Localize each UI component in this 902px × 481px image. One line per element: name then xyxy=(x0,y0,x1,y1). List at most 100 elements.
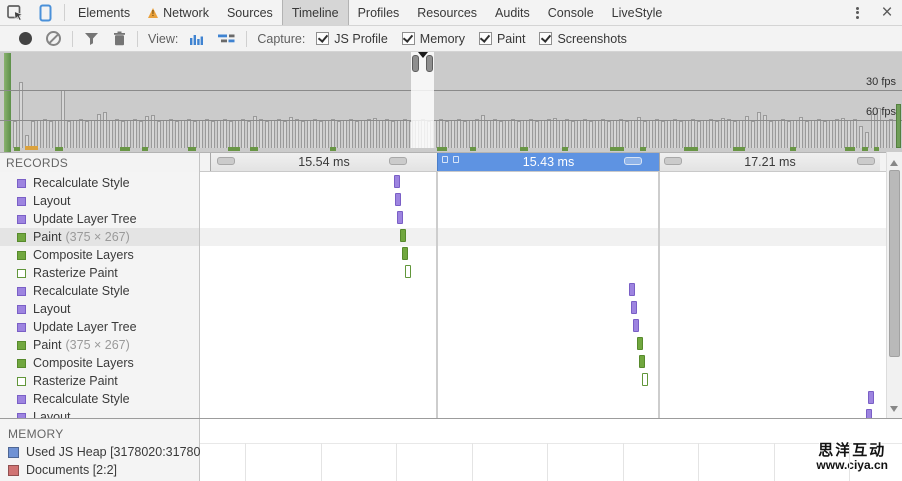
frame-chip xyxy=(857,157,875,165)
record-type-icon xyxy=(17,341,26,350)
capture-option-screenshots[interactable]: Screenshots xyxy=(539,32,626,46)
watermark-line1: 思洋互动 xyxy=(816,442,888,459)
checkbox[interactable] xyxy=(479,32,492,45)
overview-bar xyxy=(817,119,821,148)
flame-bar[interactable] xyxy=(402,247,408,260)
scrollbar-thumb[interactable] xyxy=(889,170,900,357)
records-scrollbar[interactable] xyxy=(886,152,902,418)
capture-option-memory[interactable]: Memory xyxy=(402,32,465,46)
clear-icon[interactable] xyxy=(46,31,61,46)
flame-bar[interactable] xyxy=(642,373,648,386)
overview-bar xyxy=(499,121,503,148)
tab-console[interactable]: Console xyxy=(539,0,603,25)
record-row[interactable]: Rasterize Paint xyxy=(0,264,199,282)
overview-bar xyxy=(703,120,707,148)
overview-bar xyxy=(859,126,863,148)
tab-label: Timeline xyxy=(292,6,339,20)
flame-bar[interactable] xyxy=(639,355,645,368)
view-tracks-icon[interactable] xyxy=(218,33,235,44)
tab-label: Network xyxy=(163,6,209,20)
tabbar-spacer xyxy=(671,0,842,25)
checkbox[interactable] xyxy=(316,32,329,45)
record-button[interactable] xyxy=(19,32,32,45)
record-row[interactable]: Paint(375 × 267) xyxy=(0,336,199,354)
flame-bar[interactable] xyxy=(633,319,639,332)
flame-bar[interactable] xyxy=(394,175,400,188)
timeline-overview[interactable]: 30 fps 60 fps xyxy=(0,52,902,152)
memory-chart[interactable]: 思洋互动 www.ciya.cn xyxy=(200,419,902,481)
tab-audits[interactable]: Audits xyxy=(486,0,539,25)
flame-bar[interactable] xyxy=(631,301,637,314)
capture-option-paint[interactable]: Paint xyxy=(479,32,526,46)
close-icon[interactable]: × xyxy=(872,0,902,25)
overview-bar xyxy=(85,121,89,148)
overview-bar xyxy=(541,120,545,148)
inspect-element-icon[interactable] xyxy=(0,0,30,25)
record-row[interactable]: Composite Layers xyxy=(0,246,199,264)
overview-bar xyxy=(241,119,245,148)
kebab-menu-icon[interactable] xyxy=(842,0,872,25)
frame-boundary-line xyxy=(658,172,660,418)
tab-sources[interactable]: Sources xyxy=(218,0,282,25)
frame-header[interactable]: 17.21 ms xyxy=(659,153,880,172)
frame-header[interactable]: 15.54 ms xyxy=(210,153,437,172)
filter-icon[interactable] xyxy=(84,32,99,46)
overview-activity-chip xyxy=(610,147,624,151)
overview-bar xyxy=(343,120,347,148)
tab-network[interactable]: Network xyxy=(139,0,218,25)
watermark: 思洋互动 www.ciya.cn xyxy=(816,442,888,473)
tab-profiles[interactable]: Profiles xyxy=(349,0,409,25)
flame-bar[interactable] xyxy=(400,229,406,242)
overview-bar xyxy=(685,120,689,148)
checkbox[interactable] xyxy=(402,32,415,45)
trash-icon[interactable] xyxy=(113,31,126,46)
record-row[interactable]: Update Layer Tree xyxy=(0,318,199,336)
tab-timeline[interactable]: Timeline xyxy=(282,0,349,25)
flame-bar[interactable] xyxy=(868,391,874,404)
memory-legend: Used JS Heap [3178020:3178020]Documents … xyxy=(8,443,199,479)
overview-bar xyxy=(247,121,251,148)
tab-label: Sources xyxy=(227,6,273,20)
record-row[interactable]: Layout xyxy=(0,192,199,210)
overview-activity-chip xyxy=(845,147,855,151)
scroll-down-icon[interactable] xyxy=(890,406,898,412)
record-row[interactable]: Layout xyxy=(0,300,199,318)
frames-ruler[interactable]: 15.54 ms15.43 ms17.21 ms xyxy=(200,152,886,172)
record-label: Update Layer Tree xyxy=(33,212,137,226)
flame-bar[interactable] xyxy=(637,337,643,350)
tab-livestyle[interactable]: LiveStyle xyxy=(603,0,672,25)
record-row[interactable]: Recalculate Style xyxy=(0,282,199,300)
record-row[interactable]: Recalculate Style xyxy=(0,390,199,408)
record-row[interactable]: Composite Layers xyxy=(0,354,199,372)
flame-bar[interactable] xyxy=(629,283,635,296)
overview-selection-window[interactable] xyxy=(411,52,434,148)
frame-header[interactable]: 15.43 ms xyxy=(437,153,659,172)
records-row-list: Recalculate StyleLayoutUpdate Layer Tree… xyxy=(0,174,199,418)
view-bars-icon[interactable] xyxy=(189,33,204,45)
record-type-icon xyxy=(17,215,26,224)
flame-bar[interactable] xyxy=(395,193,401,206)
record-row[interactable]: Paint(375 × 267) xyxy=(0,228,199,246)
overview-orange-chip xyxy=(25,146,38,150)
record-row[interactable]: Rasterize Paint xyxy=(0,372,199,390)
scroll-up-icon[interactable] xyxy=(890,160,898,166)
flame-bar[interactable] xyxy=(397,211,403,224)
overview-bar xyxy=(223,119,227,148)
tab-elements[interactable]: Elements xyxy=(69,0,139,25)
records-flamechart[interactable] xyxy=(200,172,886,418)
capture-option-js-profile[interactable]: JS Profile xyxy=(316,32,388,46)
checkbox[interactable] xyxy=(539,32,552,45)
device-toolbar-icon[interactable] xyxy=(30,0,60,25)
record-row[interactable]: Layout xyxy=(0,408,199,418)
tab-resources[interactable]: Resources xyxy=(408,0,486,25)
overview-bar xyxy=(295,119,299,148)
overview-bar xyxy=(595,120,599,148)
overview-bar xyxy=(811,120,815,148)
record-row[interactable]: Recalculate Style xyxy=(0,174,199,192)
flame-bar[interactable] xyxy=(405,265,411,278)
flame-bar[interactable] xyxy=(866,409,872,418)
overview-bar xyxy=(691,119,695,148)
overview-bar xyxy=(643,121,647,148)
record-row[interactable]: Update Layer Tree xyxy=(0,210,199,228)
overview-bar xyxy=(571,121,575,148)
